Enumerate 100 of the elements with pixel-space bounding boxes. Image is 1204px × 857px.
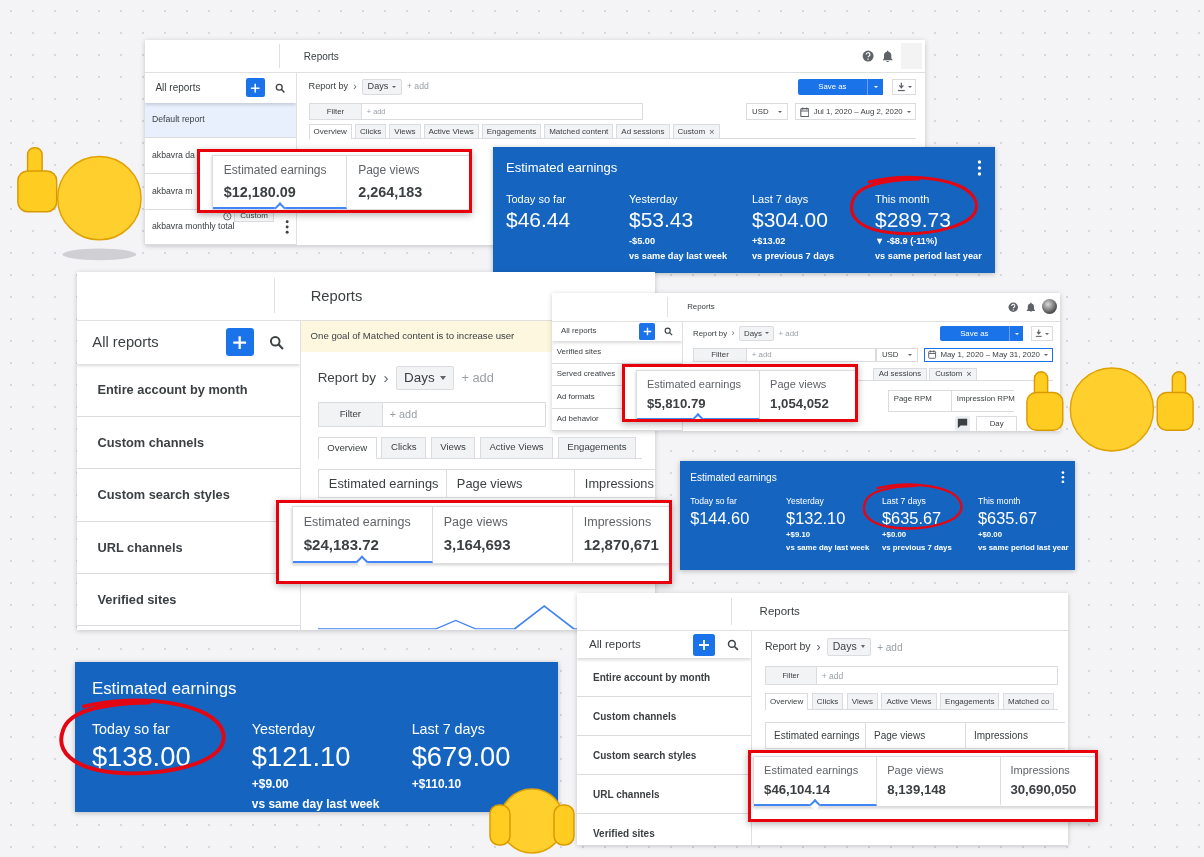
dimension-dropdown[interactable]: Days <box>362 78 402 96</box>
report-tab[interactable]: Overview <box>765 693 809 710</box>
breadcrumb-separator: › <box>731 326 735 340</box>
add-report-button[interactable] <box>225 328 254 357</box>
metric-tab[interactable]: Estimated earnings $12,180.09 <box>213 156 348 210</box>
report-tab[interactable]: Active Views <box>479 436 554 458</box>
search-icon[interactable] <box>727 638 739 651</box>
filter-field[interactable]: + add <box>383 402 547 427</box>
more-icon[interactable] <box>1061 470 1065 484</box>
report-tab[interactable]: Clicks <box>381 436 427 458</box>
stat-value: $635.67 <box>882 507 943 529</box>
report-tab[interactable]: Matched content <box>544 124 614 139</box>
metric-tab[interactable]: Page views <box>865 722 965 749</box>
add-report-button[interactable] <box>638 323 656 340</box>
metric-tab[interactable]: Impressions <box>965 722 1065 749</box>
download-icon <box>1034 329 1043 338</box>
report-tab[interactable]: Clicks <box>354 124 387 139</box>
sidebar-item[interactable]: URL channels <box>77 521 204 573</box>
help-icon[interactable] <box>1008 301 1019 312</box>
stat-label: Last 7 days <box>411 719 486 739</box>
metric-tab[interactable]: Page views 2,264,183 <box>347 156 469 210</box>
comment-icon[interactable] <box>955 416 971 431</box>
report-tab[interactable]: Views <box>389 124 421 139</box>
sidebar-item[interactable]: Custom channels <box>577 697 693 735</box>
save-menu-button[interactable] <box>1009 326 1024 341</box>
sidebar-item[interactable]: Verified sites <box>577 814 671 845</box>
window-title: Reports <box>310 286 363 306</box>
metric-tab[interactable]: Estimated earnings $46,104.14 <box>754 756 878 806</box>
report-by-label: Report by <box>765 639 811 655</box>
filter-field[interactable]: + add <box>816 666 1058 685</box>
help-icon[interactable] <box>861 49 874 63</box>
sidebar-item[interactable]: akbavra da <box>145 138 195 173</box>
sidebar-title: All reports <box>155 81 202 96</box>
search-icon[interactable] <box>664 326 674 336</box>
stat-label: Yesterday <box>251 719 316 739</box>
sidebar-item[interactable]: akbavra m <box>145 173 193 209</box>
stat-value: $132.10 <box>786 507 847 529</box>
add-report-button[interactable] <box>693 633 715 656</box>
stat-change: +$9.00 <box>251 775 290 793</box>
clock-icon <box>223 212 232 222</box>
sidebar-item[interactable]: Entire account by month <box>577 658 727 696</box>
more-icon[interactable] <box>284 219 290 234</box>
sidebar-item[interactable]: URL channels <box>577 775 676 813</box>
search-icon[interactable] <box>269 334 285 351</box>
report-tab[interactable]: Engagements <box>940 693 1000 709</box>
download-icon <box>896 82 906 92</box>
stat-value: $679.00 <box>411 740 512 774</box>
sidebar-item[interactable]: Verified sites <box>77 574 197 626</box>
report-tab[interactable]: Views <box>846 693 878 709</box>
dimension-dropdown[interactable]: Days <box>826 637 872 657</box>
report-tab[interactable]: Views <box>430 436 476 458</box>
report-by-label: Report by <box>317 368 376 387</box>
filter-button[interactable]: Filter <box>317 402 384 427</box>
sidebar-item[interactable]: akbavra monthly total <box>145 209 235 245</box>
report-tab[interactable]: Clicks <box>811 693 844 709</box>
report-tab[interactable]: Engagements <box>481 124 542 139</box>
card-title: Estimated earnings <box>506 159 618 177</box>
report-tab[interactable]: Overview <box>317 436 377 459</box>
metric-tab[interactable]: Estimated earnings <box>765 722 865 749</box>
stat-label: Today so far <box>91 719 171 739</box>
sidebar-item[interactable]: Entire account by month <box>77 364 268 416</box>
sidebar-item[interactable]: Custom search styles <box>577 736 713 774</box>
sidebar-title: All reports <box>589 636 642 652</box>
close-icon[interactable]: × <box>709 124 715 139</box>
stat-label: This month <box>875 191 931 207</box>
metric-tab[interactable]: Page views <box>445 468 574 498</box>
notification-icon[interactable] <box>1025 301 1036 312</box>
report-tab[interactable]: Custom × <box>672 124 720 139</box>
download-button[interactable] <box>892 78 917 96</box>
calendar-icon <box>799 106 810 117</box>
metric-tab[interactable]: Impressions 30,690,050 <box>1000 756 1095 806</box>
search-icon[interactable] <box>275 82 286 94</box>
more-icon[interactable] <box>977 159 982 176</box>
sidebar-item[interactable]: Custom search styles <box>77 469 251 521</box>
notification-icon[interactable] <box>881 49 893 63</box>
add-report-button[interactable] <box>245 78 265 98</box>
stat-value: $635.67 <box>977 507 1039 529</box>
stat-label: Yesterday <box>629 191 679 207</box>
metric-tab[interactable]: Page views 3,164,693 <box>432 507 573 563</box>
report-tab[interactable]: Active Views <box>881 693 937 709</box>
stat-label: Today so far <box>506 191 567 207</box>
report-tab[interactable]: Engagements <box>557 436 637 458</box>
sidebar-item[interactable]: Custom channels <box>77 416 225 469</box>
report-tab[interactable]: Overview <box>308 124 352 140</box>
report-tab[interactable]: Ad sessions <box>616 124 670 139</box>
report-tab[interactable]: Active Views <box>423 124 479 139</box>
stat-value: $121.10 <box>251 740 352 774</box>
stat-value: $53.43 <box>629 207 695 233</box>
sidebar-item[interactable]: Default report <box>145 102 297 138</box>
download-button[interactable] <box>1030 326 1053 341</box>
dimension-dropdown[interactable]: Days <box>396 365 454 390</box>
report-tab[interactable]: Matched co <box>1002 693 1055 709</box>
stat-label: Last 7 days <box>752 191 810 207</box>
plus-icon <box>642 326 652 336</box>
metric-tab[interactable]: Page views 8,139,148 <box>877 756 1001 806</box>
metric-tab[interactable]: Estimated earnings $5,810.79 <box>637 370 761 419</box>
metric-tab[interactable]: Impressions 12,870,671 <box>572 507 669 563</box>
avatar-icon[interactable] <box>1042 299 1057 315</box>
close-icon[interactable]: × <box>966 367 972 382</box>
metric-tab[interactable]: Estimated earnings <box>317 468 446 498</box>
